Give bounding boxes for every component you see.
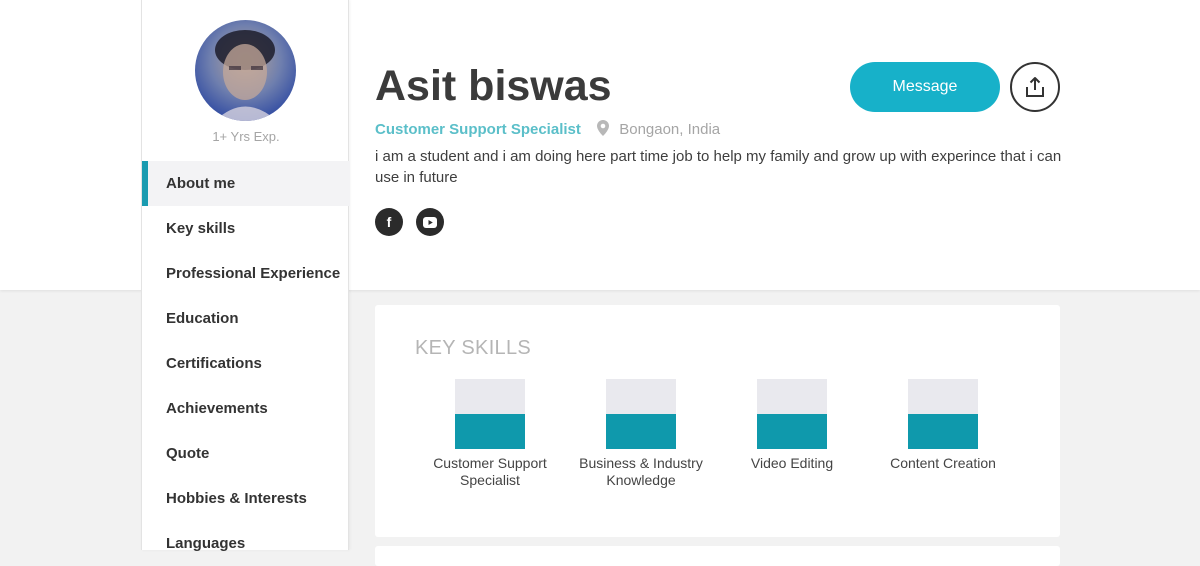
sidebar: 1+ Yrs Exp. About me Key skills Professi… — [141, 0, 350, 552]
sidebar-item-quote[interactable]: Quote — [142, 431, 350, 476]
facebook-icon[interactable]: f — [375, 208, 403, 236]
sidebar-item-hobbies-interests[interactable]: Hobbies & Interests — [142, 476, 350, 521]
skill-label: Customer Support Specialist — [433, 455, 547, 488]
skill-label: Business & Industry Knowledge — [579, 455, 703, 488]
skill-label: Video Editing — [750, 455, 834, 471]
skill-level-fill — [606, 414, 676, 449]
skill-level-fill — [757, 414, 827, 449]
skill-level-bar — [757, 379, 827, 449]
youtube-glyph — [423, 216, 437, 228]
profile-bio: i am a student and i am doing here part … — [375, 148, 1062, 186]
skill-item: Content Creation — [868, 379, 1018, 472]
skill-level-bar — [455, 379, 525, 449]
sidebar-item-education[interactable]: Education — [142, 296, 350, 341]
role-location-row: Customer Support Specialist Bongaon, Ind… — [375, 120, 720, 140]
share-button[interactable] — [1010, 62, 1060, 112]
sidebar-item-certifications[interactable]: Certifications — [142, 341, 350, 386]
youtube-icon[interactable] — [416, 208, 444, 236]
sidebar-nav: About me Key skills Professional Experie… — [142, 161, 350, 566]
skill-level-bar — [606, 379, 676, 449]
sidebar-item-key-skills[interactable]: Key skills — [142, 206, 350, 251]
skill-label: Content Creation — [890, 455, 996, 471]
next-section-card — [375, 546, 1060, 566]
facebook-glyph: f — [386, 214, 392, 230]
profile-name: Asit biswas — [375, 62, 612, 110]
skill-item: Video Editing — [717, 379, 867, 472]
skill-item: Business & Industry Knowledge — [566, 379, 716, 489]
share-icon — [1026, 77, 1044, 97]
skill-level-bar — [908, 379, 978, 449]
skill-item: Customer Support Specialist — [415, 379, 565, 489]
key-skills-title: KEY SKILLS — [415, 337, 532, 359]
sidebar-item-achievements[interactable]: Achievements — [142, 386, 350, 431]
avatar — [195, 20, 296, 121]
profile-role: Customer Support Specialist — [375, 121, 581, 138]
sidebar-item-about-me[interactable]: About me — [142, 161, 350, 206]
message-button[interactable]: Message — [850, 62, 1000, 112]
skill-level-fill — [455, 414, 525, 449]
profile-location: Bongaon, India — [619, 121, 721, 138]
skill-level-fill — [908, 414, 978, 449]
sidebar-item-professional-experience[interactable]: Professional Experience — [142, 251, 350, 296]
location-pin-icon — [597, 120, 610, 140]
sidebar-item-languages[interactable]: Languages — [142, 521, 350, 566]
key-skills-card: KEY SKILLS Customer Support Specialist B… — [375, 305, 1060, 537]
experience-label: 1+ Yrs Exp. — [212, 129, 280, 144]
